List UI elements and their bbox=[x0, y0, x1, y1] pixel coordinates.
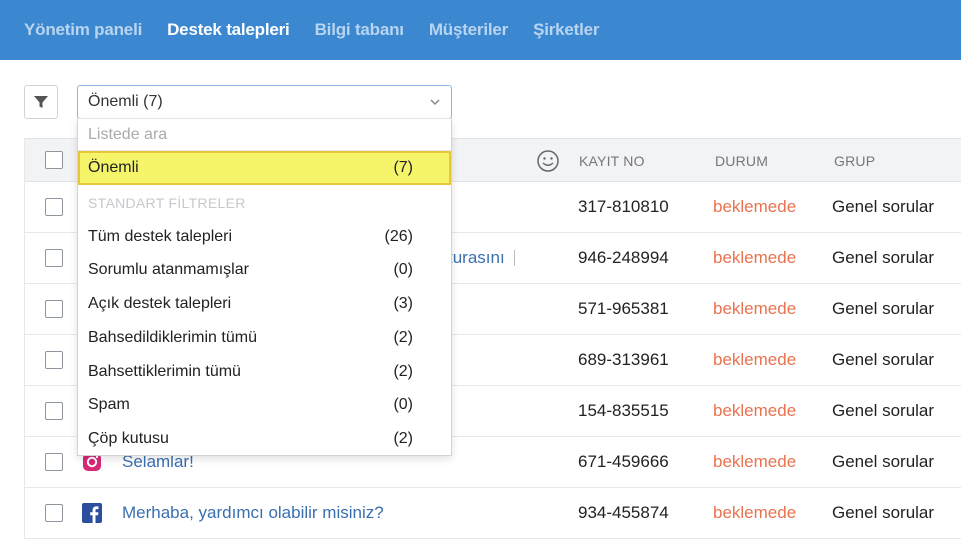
dropdown-section-title: STANDART FİLTRELER bbox=[88, 195, 246, 211]
dropdown-item-count: (3) bbox=[393, 295, 413, 312]
dropdown-item-spam[interactable]: Spam (0) bbox=[78, 388, 451, 422]
smiley-icon bbox=[537, 150, 559, 172]
record-number: 571-965381 bbox=[578, 299, 669, 318]
header-status[interactable]: DURUM bbox=[715, 153, 768, 169]
nav-companies[interactable]: Şirketler bbox=[533, 20, 599, 40]
group-text: Genel sorular bbox=[832, 299, 935, 318]
divider bbox=[514, 250, 515, 266]
filter-select-value: Önemli (7) bbox=[88, 93, 163, 110]
dropdown-item-open-tickets[interactable]: Açık destek talepleri (3) bbox=[78, 287, 451, 321]
nav-knowledge-base[interactable]: Bilgi tabanı bbox=[315, 20, 404, 40]
nav-tickets[interactable]: Destek talepleri bbox=[167, 20, 290, 40]
filter-button[interactable] bbox=[24, 85, 58, 119]
status-text: beklemede bbox=[713, 197, 797, 216]
subject-link[interactable]: turasını bbox=[448, 248, 505, 268]
dropdown-item-count: (26) bbox=[384, 228, 413, 245]
status-text: beklemede bbox=[713, 401, 797, 420]
dropdown-item-unassigned[interactable]: Sorumlu atanmamışlar (0) bbox=[78, 253, 451, 287]
row-checkbox[interactable] bbox=[45, 402, 63, 420]
dropdown-item-label: Sorumlu atanmamışlar bbox=[88, 261, 249, 278]
filter-select[interactable]: Önemli (7) bbox=[77, 85, 452, 119]
group-text: Genel sorular bbox=[832, 248, 935, 267]
row-checkbox[interactable] bbox=[45, 300, 63, 318]
subject-link[interactable]: Merhaba, yardımcı olabilir misiniz? bbox=[122, 503, 384, 523]
status-text: beklemede bbox=[713, 452, 797, 471]
table-row[interactable]: Merhaba, yardımcı olabilir misiniz? 934-… bbox=[25, 488, 961, 539]
group-text: Genel sorular bbox=[832, 350, 935, 369]
chevron-down-icon bbox=[430, 99, 440, 106]
group-text: Genel sorular bbox=[832, 503, 935, 522]
dropdown-item-label: Bahsedildiklerimin tümü bbox=[88, 329, 257, 346]
nav-customers[interactable]: Müşteriler bbox=[429, 20, 508, 40]
row-checkbox[interactable] bbox=[45, 351, 63, 369]
dropdown-item-count: (0) bbox=[393, 261, 413, 278]
row-checkbox[interactable] bbox=[45, 504, 63, 522]
record-number: 934-455874 bbox=[578, 503, 669, 522]
dropdown-item-label: Çöp kutusu bbox=[88, 430, 169, 447]
dropdown-item-count: (2) bbox=[393, 363, 413, 380]
header-record[interactable]: KAYIT NO bbox=[579, 153, 645, 169]
facebook-icon bbox=[82, 503, 102, 523]
row-checkbox[interactable] bbox=[45, 453, 63, 471]
group-text: Genel sorular bbox=[832, 197, 935, 216]
dropdown-item-label: Bahsettiklerimin tümü bbox=[88, 363, 241, 380]
dropdown-item-trash[interactable]: Çöp kutusu (2) bbox=[78, 422, 451, 456]
status-text: beklemede bbox=[713, 503, 797, 522]
status-text: beklemede bbox=[713, 299, 797, 318]
group-text: Genel sorular bbox=[832, 452, 935, 471]
filter-dropdown: Önemli (7) STANDART FİLTRELER Tüm destek… bbox=[77, 118, 452, 456]
dropdown-item-my-mentions[interactable]: Bahsettiklerimin tümü (2) bbox=[78, 355, 451, 389]
header-group[interactable]: GRUP bbox=[834, 153, 875, 169]
record-number: 154-835515 bbox=[578, 401, 669, 420]
dropdown-search-input[interactable] bbox=[78, 119, 451, 151]
dropdown-item-count: (2) bbox=[393, 329, 413, 346]
dropdown-item-label: Spam bbox=[88, 396, 130, 413]
record-number: 317-810810 bbox=[578, 197, 669, 216]
dropdown-item-count: (0) bbox=[393, 396, 413, 413]
dropdown-item-label: Tüm destek talepleri bbox=[88, 228, 233, 245]
nav-dashboard[interactable]: Yönetim paneli bbox=[24, 20, 142, 40]
select-all-checkbox[interactable] bbox=[45, 151, 63, 169]
row-checkbox[interactable] bbox=[45, 249, 63, 267]
dropdown-item-count: (2) bbox=[393, 430, 413, 447]
filter-icon bbox=[34, 96, 48, 108]
record-number: 946-248994 bbox=[578, 248, 669, 267]
group-text: Genel sorular bbox=[832, 401, 935, 420]
dropdown-item-count: (7) bbox=[393, 159, 413, 176]
record-number: 689-313961 bbox=[578, 350, 669, 369]
top-navigation: Yönetim paneli Destek talepleri Bilgi ta… bbox=[0, 0, 961, 60]
dropdown-item-all-tickets[interactable]: Tüm destek talepleri (26) bbox=[78, 220, 451, 254]
row-checkbox[interactable] bbox=[45, 198, 63, 216]
dropdown-item-label: Önemli bbox=[88, 159, 139, 176]
status-text: beklemede bbox=[713, 350, 797, 369]
record-number: 671-459666 bbox=[578, 452, 669, 471]
status-text: beklemede bbox=[713, 248, 797, 267]
dropdown-item-label: Açık destek talepleri bbox=[88, 295, 232, 312]
dropdown-item-mentioned-me[interactable]: Bahsedildiklerimin tümü (2) bbox=[78, 321, 451, 355]
dropdown-item-important[interactable]: Önemli (7) bbox=[78, 151, 451, 185]
